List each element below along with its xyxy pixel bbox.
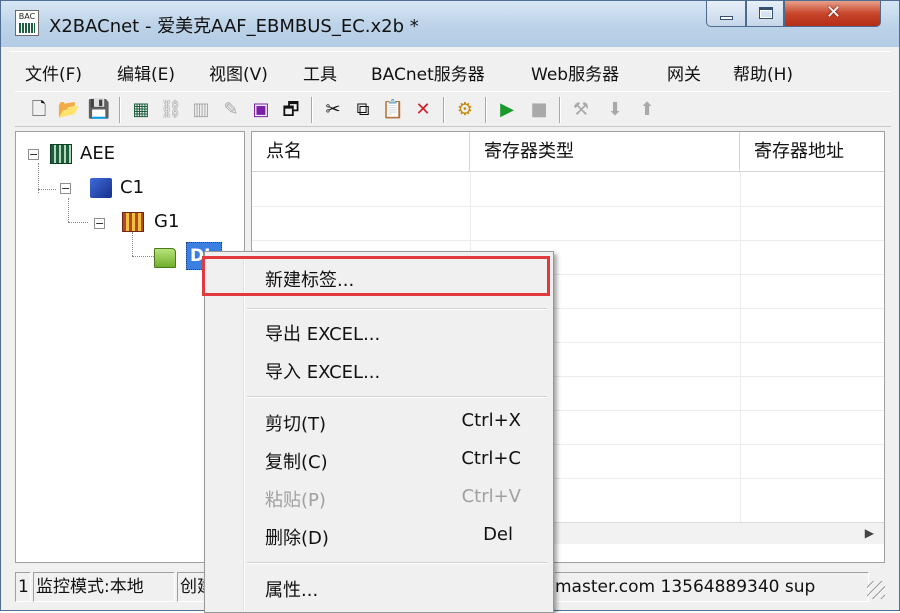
window-title: X2BACnet - 爱美克AAF_EBMBUS_EC.x2b * xyxy=(49,16,419,37)
tree-connector xyxy=(38,189,56,190)
device-icon xyxy=(50,144,72,164)
menu-help[interactable]: 帮助(H) xyxy=(733,60,793,85)
save-icon[interactable]: 💾 xyxy=(87,98,111,122)
delete-icon[interactable]: ✕ xyxy=(411,98,435,122)
toolbar-separator xyxy=(311,97,313,123)
scroll-right-icon[interactable]: ▶ xyxy=(865,526,874,540)
menu-item-label: 导出 EXCEL... xyxy=(265,324,381,345)
tag-icon[interactable]: ✎ xyxy=(219,98,243,122)
app-icon: BAC xyxy=(15,10,39,36)
grid-line xyxy=(252,240,884,241)
menu-item-label: 剪切(T) xyxy=(265,414,327,435)
run-icon[interactable]: ▶ xyxy=(495,98,519,122)
tree-collapse-group[interactable]: − xyxy=(94,218,105,229)
menu-item-label: 删除(D) xyxy=(265,528,329,549)
tag-folder-icon xyxy=(154,248,176,268)
menu-item-shortcut: Ctrl+V xyxy=(461,486,521,507)
menu-edit[interactable]: 编辑(E) xyxy=(117,60,175,85)
menu-item-shortcut: Ctrl+C xyxy=(461,448,521,469)
di-icon[interactable]: ▣ xyxy=(249,98,273,122)
menu-item-copy[interactable]: 复制(C) Ctrl+C xyxy=(209,442,549,476)
menu-item-label: 粘贴(P) xyxy=(265,490,326,511)
grid-line xyxy=(740,172,741,522)
resize-grip-icon[interactable] xyxy=(867,581,885,599)
load-icon[interactable]: ⬇ xyxy=(603,98,627,122)
menu-separator xyxy=(247,308,547,310)
stop-icon[interactable]: ■ xyxy=(527,98,551,122)
status-contact: master.com 13564889340 sup xyxy=(555,572,869,602)
grid-line xyxy=(252,206,884,207)
tools-icon[interactable]: ⚒ xyxy=(569,98,593,122)
paste-icon[interactable]: 📋 xyxy=(381,98,405,122)
maximize-button[interactable] xyxy=(746,1,784,27)
tree-connector xyxy=(132,256,154,257)
tree-connector xyxy=(68,222,88,223)
title-bar[interactable]: BAC X2BACnet - 爱美克AAF_EBMBUS_EC.x2b * ✕ xyxy=(1,1,899,47)
device-grid-icon[interactable]: ▦ xyxy=(129,98,153,122)
minimize-icon xyxy=(720,16,733,20)
minimize-button[interactable] xyxy=(706,1,746,27)
toolbar-separator xyxy=(443,97,445,123)
menu-item-label: 新建标签... xyxy=(265,270,355,291)
menu-separator xyxy=(247,396,547,398)
status-monitor-mode: 监控模式:本地 xyxy=(33,572,175,602)
new-file-icon[interactable]: 🗋 xyxy=(27,98,51,122)
tree-node-group[interactable]: G1 xyxy=(154,211,179,232)
menu-item-import-excel[interactable]: 导入 EXCEL... xyxy=(209,352,549,386)
column-point-name[interactable]: 点名 xyxy=(252,132,470,172)
menu-tools[interactable]: 工具 xyxy=(303,60,337,85)
menu-web-server[interactable]: Web服务器 xyxy=(531,60,619,85)
open-folder-icon[interactable]: 📂 xyxy=(57,98,81,122)
group-icon xyxy=(122,212,144,232)
copy-icon[interactable]: ⧉ xyxy=(351,98,375,122)
menu-view[interactable]: 视图(V) xyxy=(209,60,268,85)
tree-connector xyxy=(68,198,69,222)
column-register-address[interactable]: 寄存器地址 xyxy=(740,132,884,172)
menu-item-cut[interactable]: 剪切(T) Ctrl+X xyxy=(209,404,549,438)
toolbar-separator xyxy=(559,97,561,123)
list-header: 点名 寄存器类型 寄存器地址 xyxy=(252,132,884,172)
menu-item-new-tag[interactable]: 新建标签... xyxy=(209,260,549,294)
menu-item-label: 复制(C) xyxy=(265,452,328,473)
tree-connector xyxy=(132,232,133,256)
tree-collapse-root[interactable]: − xyxy=(28,149,39,160)
properties-icon[interactable]: 🗗 xyxy=(279,98,303,122)
maximize-icon xyxy=(759,7,773,19)
upload-icon[interactable]: ⬆ xyxy=(635,98,659,122)
debug-icon[interactable]: ⚙ xyxy=(453,98,477,122)
menu-item-delete[interactable]: 删除(D) Del xyxy=(209,518,549,552)
menu-bar: 文件(F) 编辑(E) 视图(V) 工具 BACnet服务器 Web服务器 网关… xyxy=(9,51,891,89)
toolbar-separator xyxy=(119,97,121,123)
tree-collapse-channel[interactable]: − xyxy=(60,183,71,194)
menu-file[interactable]: 文件(F) xyxy=(25,60,82,85)
menu-item-label: 导入 EXCEL... xyxy=(265,362,381,383)
tree-node-root[interactable]: AEE xyxy=(80,143,115,164)
menu-item-shortcut: Ctrl+X xyxy=(461,410,521,431)
connect-icon[interactable]: ⛓ xyxy=(159,98,183,122)
menu-bacnet-server[interactable]: BACnet服务器 xyxy=(371,60,485,85)
toolbar: 🗋 📂 💾 ▦ ⛓ ▥ ✎ ▣ 🗗 ✂ ⧉ 📋 ✕ ⚙ ▶ ■ ⚒ ⬇ ⬆ xyxy=(15,91,891,127)
close-icon: ✕ xyxy=(825,2,842,23)
app-icon-bars xyxy=(19,23,35,33)
tree-node-channel[interactable]: C1 xyxy=(120,177,144,198)
status-panel-index: 1 xyxy=(15,572,31,602)
group-icon[interactable]: ▥ xyxy=(189,98,213,122)
menu-item-properties[interactable]: 属性... xyxy=(209,570,549,604)
close-button[interactable]: ✕ xyxy=(784,1,881,27)
channel-icon xyxy=(90,178,112,198)
menu-item-shortcut: Del xyxy=(483,524,513,545)
menu-separator xyxy=(247,562,547,564)
menu-item-label: 属性... xyxy=(265,580,319,601)
menu-item-export-excel[interactable]: 导出 EXCEL... xyxy=(209,314,549,348)
menu-gateway[interactable]: 网关 xyxy=(667,60,701,85)
toolbar-separator xyxy=(485,97,487,123)
column-register-type[interactable]: 寄存器类型 xyxy=(470,132,740,172)
cut-icon[interactable]: ✂ xyxy=(321,98,345,122)
context-menu: 新建标签... 导出 EXCEL... 导入 EXCEL... 剪切(T) Ct… xyxy=(204,251,554,613)
menu-item-paste[interactable]: 粘贴(P) Ctrl+V xyxy=(209,480,549,514)
app-icon-text: BAC xyxy=(18,12,36,21)
